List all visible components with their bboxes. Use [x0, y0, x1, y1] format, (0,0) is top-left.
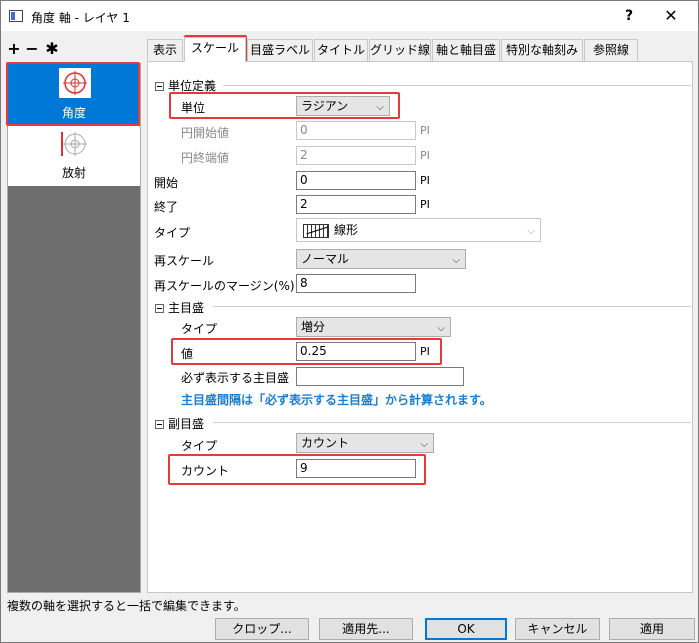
pi-unit: PI — [420, 174, 430, 187]
start-label: 開始 — [154, 176, 179, 190]
tab-grid-lines[interactable]: グリッド線 — [369, 39, 431, 61]
ok-button[interactable]: OK — [425, 618, 507, 640]
axes-list-item-angle[interactable]: 角度 — [8, 64, 140, 126]
major-anchor-label: 必ず表示する主目盛 — [181, 371, 290, 385]
close-button[interactable]: ✕ — [653, 5, 689, 27]
unit-select[interactable]: ラジアン ⌵ — [296, 96, 390, 116]
chevron-down-icon: ⌵ — [527, 226, 535, 237]
divider — [223, 85, 691, 86]
tab-special-ticks[interactable]: 特別な軸刻み — [501, 39, 583, 61]
crop-button[interactable]: クロップ... — [215, 618, 309, 640]
app-icon — [9, 10, 23, 22]
scale-type-label: タイプ — [154, 226, 191, 240]
circle-end-label: 円終端値 — [181, 151, 230, 165]
minor-type-label: タイプ — [181, 439, 218, 453]
circle-start-label: 円開始値 — [181, 126, 230, 140]
pi-unit: PI — [420, 149, 430, 162]
circle-end-input[interactable]: 2 — [296, 146, 416, 165]
collapse-icon — [155, 82, 164, 91]
tab-line-and-ticks[interactable]: 軸と軸目盛 — [432, 39, 500, 61]
window-title: 角度 軸 - レイヤ 1 — [31, 11, 130, 25]
add-icon[interactable]: + — [7, 41, 21, 57]
major-value-input[interactable]: 0.25 — [296, 342, 416, 361]
end-label: 終了 — [154, 200, 179, 214]
chevron-down-icon: ⌵ — [420, 439, 428, 450]
apply-to-button[interactable]: 適用先... — [319, 618, 413, 640]
tab-scale[interactable]: スケール — [184, 37, 246, 62]
unit-group-header[interactable]: 単位定義 — [155, 77, 216, 94]
minor-count-input[interactable]: 9 — [296, 459, 416, 478]
major-ticks-group-header[interactable]: 主目盛 — [155, 299, 204, 316]
minor-count-label: カウント — [181, 464, 230, 478]
pi-unit: PI — [420, 345, 430, 358]
minor-ticks-group-header[interactable]: 副目盛 — [155, 415, 204, 432]
tab-display[interactable]: 表示 — [147, 39, 183, 61]
rescale-select[interactable]: ノーマル ⌵ — [296, 249, 466, 269]
tab-title[interactable]: タイトル — [314, 39, 368, 61]
axes-list: 角度 放射 — [7, 63, 141, 593]
divider — [213, 422, 691, 423]
rescale-margin-label: 再スケールのマージン(%) — [154, 279, 295, 293]
dialog-window: 角度 軸 - レイヤ 1 ? ✕ + − ✱ 角度 放射 表示 スケール 目盛ラ… — [0, 0, 699, 643]
major-type-label: タイプ — [181, 322, 218, 336]
rescale-label: 再スケール — [154, 254, 215, 268]
tab-reference-lines[interactable]: 参照線 — [584, 39, 638, 61]
axes-list-label: 角度 — [61, 106, 86, 120]
circle-start-input[interactable]: 0 — [296, 121, 416, 140]
minor-type-select[interactable]: カウント ⌵ — [296, 433, 434, 453]
scale-type-select[interactable]: 線形 ⌵ — [296, 218, 541, 242]
cancel-button[interactable]: キャンセル — [515, 618, 600, 640]
polar-radial-icon — [59, 130, 91, 160]
major-value-label: 値 — [181, 347, 194, 361]
divider — [213, 306, 691, 307]
start-input[interactable]: 0 — [296, 171, 416, 190]
title-bar: 角度 軸 - レイヤ 1 ? ✕ — [1, 1, 698, 31]
chevron-down-icon: ⌵ — [452, 255, 460, 266]
major-type-select[interactable]: 増分 ⌵ — [296, 317, 451, 337]
help-button[interactable]: ? — [615, 5, 643, 27]
collapse-icon — [155, 420, 164, 429]
settings-icon[interactable]: ✱ — [45, 41, 59, 57]
chevron-down-icon: ⌵ — [437, 323, 445, 334]
linear-scale-icon — [303, 224, 329, 238]
collapse-icon — [155, 304, 164, 313]
apply-button[interactable]: 適用 — [609, 618, 695, 640]
pi-unit: PI — [420, 124, 430, 137]
polar-angle-icon — [59, 68, 91, 98]
chevron-down-icon: ⌵ — [376, 102, 384, 113]
remove-icon[interactable]: − — [25, 41, 39, 57]
rescale-margin-input[interactable]: 8 — [296, 274, 416, 293]
axes-list-item-radial[interactable]: 放射 — [8, 126, 140, 186]
status-text: 複数の軸を選択すると一括で編集できます。 — [7, 599, 246, 613]
major-ticks-note: 主目盛間隔は「必ず表示する主目盛」から計算されます。 — [181, 393, 492, 407]
end-input[interactable]: 2 — [296, 195, 416, 214]
axes-list-label: 放射 — [61, 166, 86, 180]
major-anchor-input[interactable] — [296, 367, 464, 386]
unit-label: 単位 — [181, 101, 206, 115]
tab-tick-labels[interactable]: 目盛ラベル — [247, 39, 313, 61]
pi-unit: PI — [420, 198, 430, 211]
